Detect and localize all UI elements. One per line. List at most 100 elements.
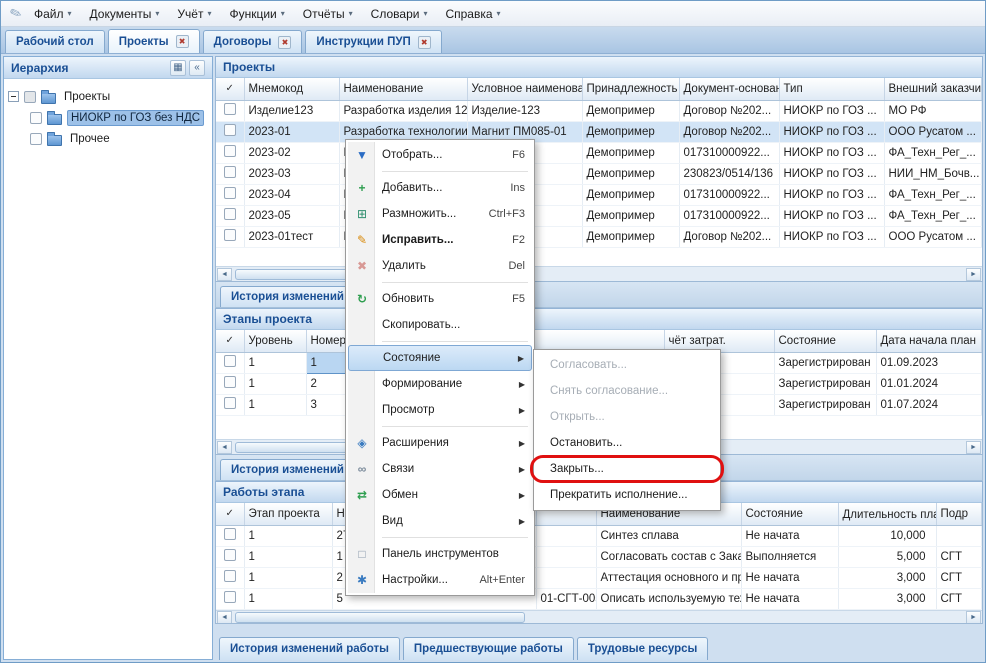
menu-item[interactable]: Отчёты xyxy=(294,3,362,25)
cell[interactable]: НИОКР по ГОЗ ... xyxy=(779,184,884,205)
scroll-right-icon[interactable]: ► xyxy=(966,441,981,454)
row-checkbox-cell[interactable] xyxy=(216,121,244,142)
tab-labor-resources[interactable]: Трудовые ресурсы xyxy=(577,637,709,660)
table-row[interactable]: 1 5 01-СГТ-005 Описать используемую техн… xyxy=(216,588,982,609)
menu-item[interactable]: Словари xyxy=(362,3,437,25)
cell[interactable]: Договор №202... xyxy=(679,226,779,247)
checkbox[interactable] xyxy=(30,133,42,145)
cell[interactable]: 01.09.2023 xyxy=(876,352,982,373)
checkbox[interactable] xyxy=(224,208,236,220)
menu-item-view[interactable]: Вид ▶ xyxy=(348,508,532,534)
row-checkbox-cell[interactable] xyxy=(216,184,244,205)
cell[interactable] xyxy=(936,525,982,546)
checkbox[interactable] xyxy=(24,91,36,103)
cell[interactable]: ФА_Техн_Рег_... xyxy=(884,205,982,226)
scroll-right-icon[interactable]: ► xyxy=(966,611,981,624)
cell[interactable]: Разработка изделия 123 xyxy=(339,100,467,121)
checkbox[interactable] xyxy=(224,591,236,603)
row-checkbox-cell[interactable] xyxy=(216,205,244,226)
cell[interactable]: Демопример xyxy=(582,142,679,163)
cell[interactable]: Описать используемую технологию xyxy=(596,588,741,609)
select-all-header[interactable]: ✓ xyxy=(216,330,244,352)
column-header[interactable]: Тип xyxy=(779,78,884,100)
cell[interactable]: СГТ xyxy=(936,588,982,609)
row-checkbox-cell[interactable] xyxy=(216,142,244,163)
select-all-header[interactable]: ✓ xyxy=(216,503,244,525)
table-row[interactable]: 2023-02 Вып -ЭМС Демопример 017310000922… xyxy=(216,142,982,163)
cell[interactable]: Не начата xyxy=(741,588,838,609)
cell[interactable]: 2023-04 xyxy=(244,184,339,205)
column-header[interactable]: Мнемокод xyxy=(244,78,339,100)
scrollbar-thumb[interactable] xyxy=(235,612,525,623)
tab-preceding-works[interactable]: Предшествующие работы xyxy=(403,637,574,660)
cell[interactable]: НИИ_НМ_Бочв... xyxy=(884,163,982,184)
cell[interactable]: Зарегистрирован xyxy=(774,394,876,415)
checkbox[interactable] xyxy=(224,187,236,199)
cell[interactable] xyxy=(536,567,596,588)
cell[interactable]: Демопример xyxy=(582,100,679,121)
collapse-sidebar-icon[interactable]: « xyxy=(189,60,205,76)
cell[interactable]: НИОКР по ГОЗ ... xyxy=(779,205,884,226)
cell[interactable]: Синтез сплава xyxy=(596,525,741,546)
cell[interactable] xyxy=(536,546,596,567)
table-row[interactable]: 2023-01 Разработка технологии и Магнит П… xyxy=(216,121,982,142)
table-row[interactable]: 2023-01тест Разр ый маг... Демопример До… xyxy=(216,226,982,247)
checkbox[interactable] xyxy=(224,103,236,115)
tab-projects[interactable]: Проекты ✖ xyxy=(108,29,200,53)
cell[interactable]: НИОКР по ГОЗ ... xyxy=(779,100,884,121)
row-checkbox-cell[interactable] xyxy=(216,588,244,609)
cell[interactable]: Демопример xyxy=(582,184,679,205)
row-checkbox-cell[interactable] xyxy=(216,226,244,247)
cell[interactable]: 2023-03 xyxy=(244,163,339,184)
select-all-header[interactable]: ✓ xyxy=(216,78,244,100)
tab-instructions-pup[interactable]: Инструкции ПУП ✖ xyxy=(305,30,441,53)
checkbox[interactable] xyxy=(224,124,236,136)
column-header[interactable]: Длительность план ▾ xyxy=(838,503,936,525)
tab-history-works[interactable]: История изменений работы xyxy=(219,637,400,660)
checkbox[interactable] xyxy=(224,549,236,561)
tab-desktop[interactable]: Рабочий стол xyxy=(5,30,105,53)
row-checkbox-cell[interactable] xyxy=(216,567,244,588)
cell[interactable]: 017310000922... xyxy=(679,142,779,163)
checkbox[interactable] xyxy=(224,376,236,388)
cell[interactable]: 1 xyxy=(244,352,306,373)
row-checkbox-cell[interactable] xyxy=(216,352,244,373)
cell[interactable]: 10,000 xyxy=(838,525,936,546)
locate-icon[interactable]: ▦ xyxy=(170,60,186,76)
cell[interactable]: 1 xyxy=(244,567,332,588)
cell[interactable]: Изделие123 xyxy=(244,100,339,121)
menu-item-edit[interactable]: ✎ Исправить... F2 xyxy=(348,227,532,253)
cell[interactable]: 2023-01тест xyxy=(244,226,339,247)
cell[interactable]: 2023-01 xyxy=(244,121,339,142)
column-header[interactable]: Принадлежность xyxy=(582,78,679,100)
menu-item-refresh[interactable]: ↻ Обновить F5 xyxy=(348,286,532,312)
close-icon[interactable]: ✖ xyxy=(176,35,189,48)
table-row[interactable]: 2023-05 Вып Демопример 017310000922... Н… xyxy=(216,205,982,226)
cell[interactable]: Выполняется xyxy=(741,546,838,567)
cell[interactable]: 1 xyxy=(244,394,306,415)
checkbox[interactable] xyxy=(224,166,236,178)
column-header[interactable]: Условное наименова xyxy=(467,78,582,100)
cell[interactable]: 01.01.2024 xyxy=(876,373,982,394)
cell[interactable]: 01-СГТ-005 xyxy=(536,588,596,609)
column-header[interactable]: Состояние xyxy=(741,503,838,525)
column-header[interactable]: Дата начала план xyxy=(876,330,982,352)
column-header[interactable]: Этап проекта xyxy=(244,503,332,525)
menu-item-duplicate[interactable]: ⊞ Размножить... Ctrl+F3 xyxy=(348,201,532,227)
table-row[interactable]: 2023-03 Разр 23/269 Демопример 230823/05… xyxy=(216,163,982,184)
column-header[interactable]: Подр xyxy=(936,503,982,525)
menu-item-copy[interactable]: Скопировать... xyxy=(348,312,532,338)
cell[interactable]: 1 xyxy=(244,588,332,609)
menu-item-extensions[interactable]: ◈ Расширения ▶ xyxy=(348,430,532,456)
row-checkbox-cell[interactable] xyxy=(216,394,244,415)
cell[interactable]: Демопример xyxy=(582,163,679,184)
horizontal-scrollbar[interactable]: ◄ ► xyxy=(216,610,982,625)
cell[interactable]: Не начата xyxy=(741,567,838,588)
submenu-item-close[interactable]: Закрыть... xyxy=(536,456,718,482)
cell[interactable]: ООО Русатом ... xyxy=(884,121,982,142)
row-checkbox-cell[interactable] xyxy=(216,163,244,184)
checkbox[interactable] xyxy=(224,355,236,367)
checkbox[interactable] xyxy=(224,570,236,582)
menu-item-settings[interactable]: ✱ Настройки... Alt+Enter xyxy=(348,567,532,593)
cell[interactable]: 1 xyxy=(244,373,306,394)
